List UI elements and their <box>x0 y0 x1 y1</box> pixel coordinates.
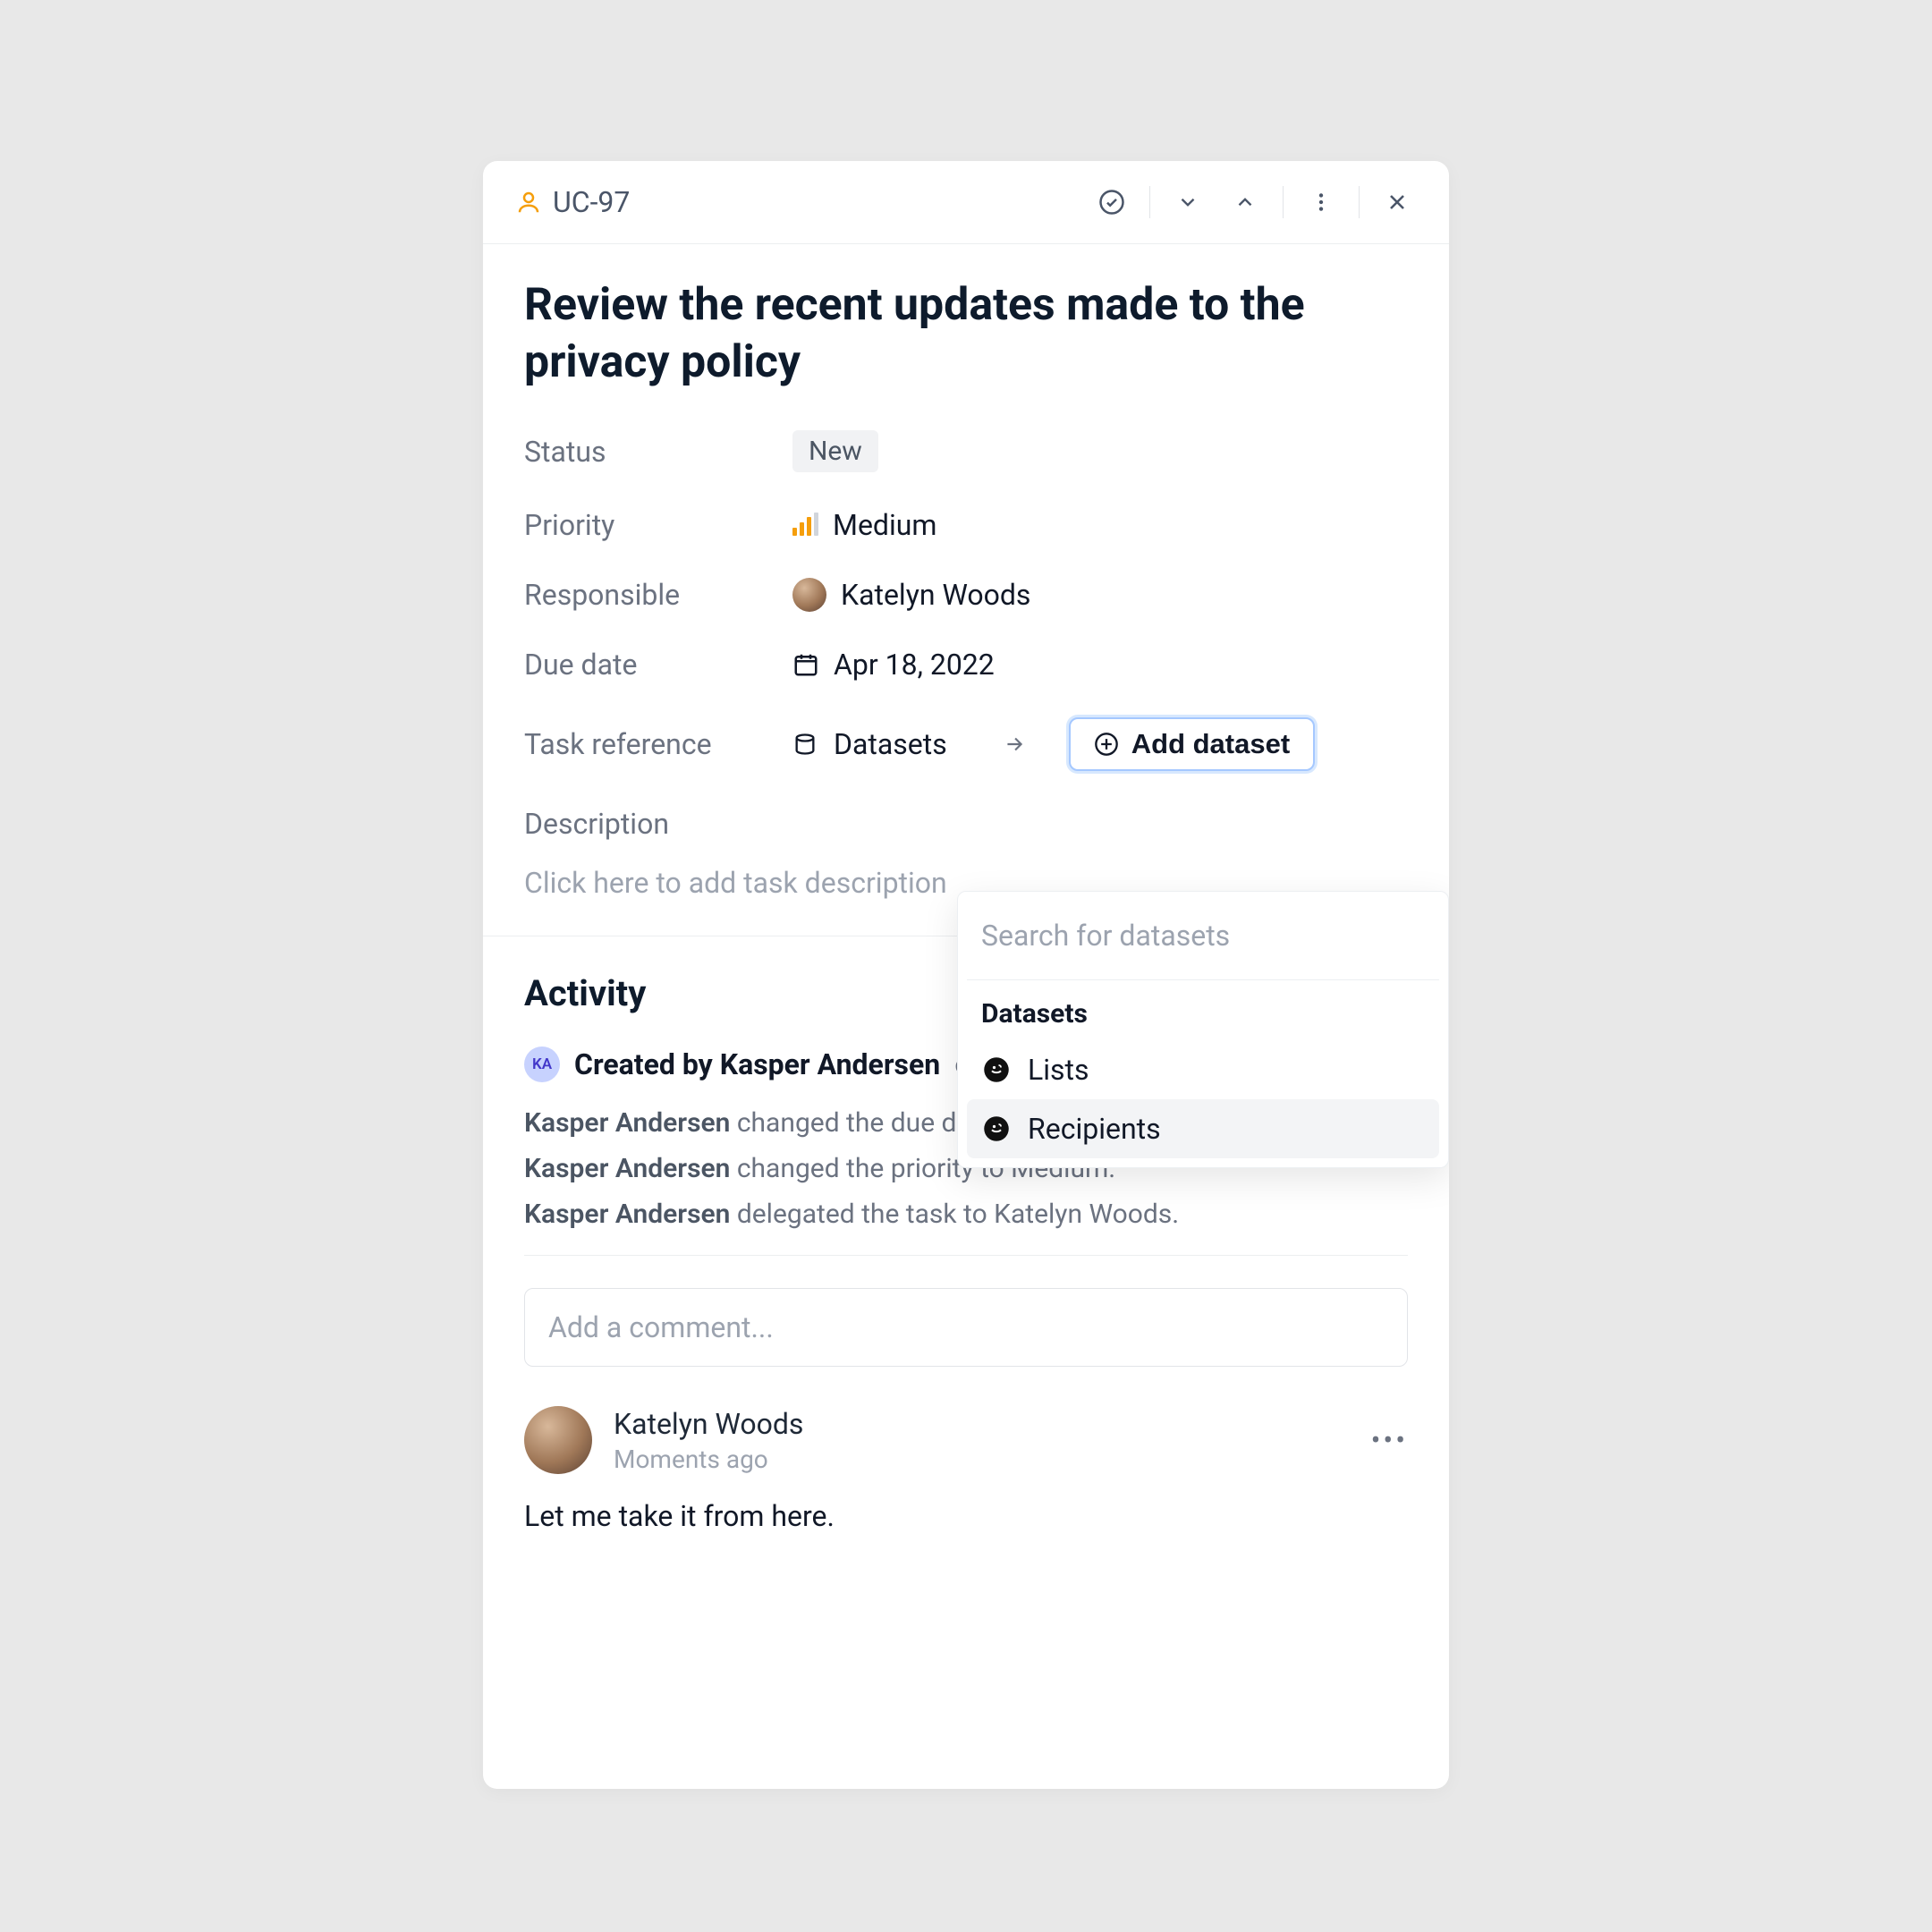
created-by-text: Created by Kasper Andersen <box>574 1047 940 1081</box>
user-icon <box>515 182 542 222</box>
dataset-popover: Search for datasets Datasets Lists Recip… <box>957 891 1449 1168</box>
dataset-option-recipients[interactable]: Recipients <box>967 1099 1439 1158</box>
priority-text: Medium <box>833 508 936 542</box>
responsible-label: Responsible <box>524 578 792 612</box>
plus-circle-icon <box>1094 732 1119 757</box>
responsible-value[interactable]: Katelyn Woods <box>792 578 1030 612</box>
ticket-id[interactable]: UC-97 <box>553 185 630 219</box>
database-icon <box>792 732 818 757</box>
comment-more-icon[interactable]: ••• <box>1371 1423 1408 1457</box>
comment-time: Moments ago <box>614 1445 1350 1474</box>
priority-label: Priority <box>524 508 792 542</box>
dataset-item-icon <box>981 1055 1012 1085</box>
card-header: UC-97 <box>483 161 1449 244</box>
popover-section-label: Datasets <box>967 980 1439 1040</box>
divider <box>1149 186 1150 218</box>
comment-input[interactable]: Add a comment... <box>524 1288 1408 1367</box>
avatar <box>792 578 826 612</box>
responsible-name: Katelyn Woods <box>841 578 1030 612</box>
complete-icon[interactable] <box>1092 182 1131 222</box>
dataset-item-icon <box>981 1114 1012 1144</box>
priority-bars-icon <box>792 514 818 536</box>
comment-body: Let me take it from here. <box>524 1499 1408 1533</box>
chevron-up-icon[interactable] <box>1225 182 1265 222</box>
dataset-search-input[interactable]: Search for datasets <box>967 901 1439 980</box>
dataset-option-lists[interactable]: Lists <box>967 1040 1439 1099</box>
arrow-right-icon <box>1003 733 1026 756</box>
priority-value[interactable]: Medium <box>792 508 936 542</box>
add-dataset-label: Add dataset <box>1131 728 1290 760</box>
comment-author: Katelyn Woods <box>614 1407 1350 1441</box>
divider <box>1283 186 1284 218</box>
divider <box>1359 186 1360 218</box>
description-label: Description <box>524 807 1408 841</box>
dataset-option-label: Recipients <box>1028 1112 1161 1146</box>
activity-log-line: Kasper Andersen delegated the task to Ka… <box>524 1199 1408 1230</box>
due-date-value[interactable]: Apr 18, 2022 <box>792 648 995 682</box>
chevron-down-icon[interactable] <box>1168 182 1208 222</box>
calendar-icon <box>792 651 819 678</box>
status-label: Status <box>524 435 792 469</box>
due-date-text: Apr 18, 2022 <box>834 648 995 682</box>
task-title[interactable]: Review the recent updates made to the pr… <box>524 276 1408 391</box>
more-icon[interactable] <box>1301 182 1341 222</box>
divider <box>524 1255 1408 1256</box>
due-date-label: Due date <box>524 648 792 682</box>
avatar <box>524 1406 592 1474</box>
task-card: UC-97 Review the recent update <box>483 161 1449 1789</box>
status-badge[interactable]: New <box>792 430 878 472</box>
task-reference-text[interactable]: Datasets <box>834 727 947 761</box>
close-icon[interactable] <box>1377 182 1417 222</box>
add-dataset-button[interactable]: Add dataset <box>1069 717 1315 771</box>
dataset-option-label: Lists <box>1028 1053 1089 1087</box>
creator-avatar-badge: KA <box>524 1046 560 1082</box>
task-reference-label: Task reference <box>524 727 792 761</box>
